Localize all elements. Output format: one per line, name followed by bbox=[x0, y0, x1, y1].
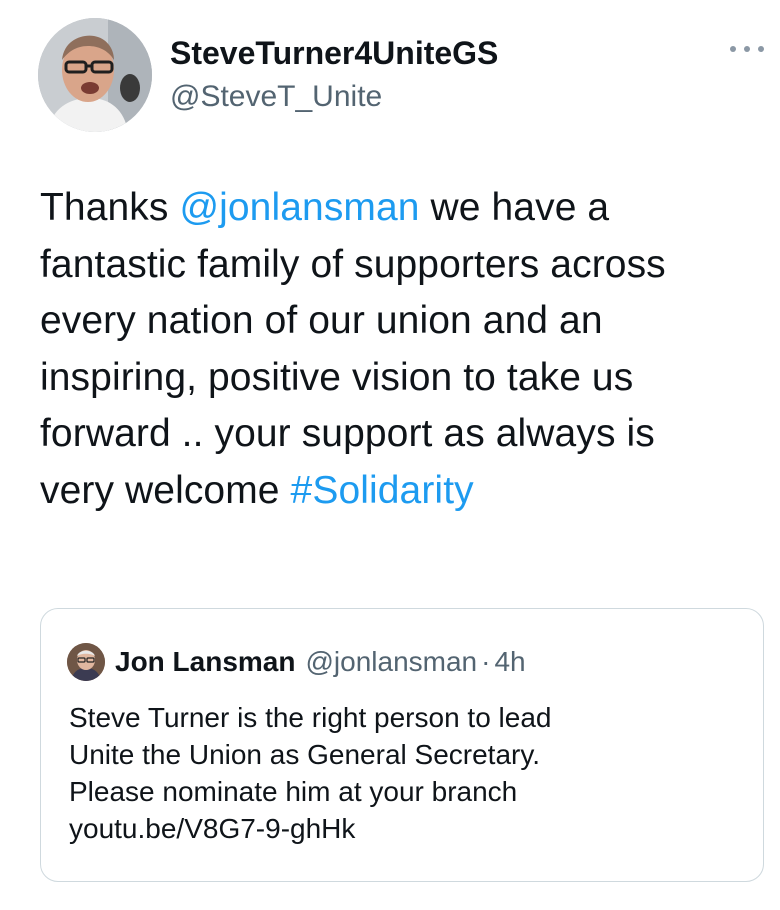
more-dot bbox=[758, 46, 764, 52]
tweet-text-line: very welcome #Solidarity bbox=[40, 463, 775, 520]
tweet-text: Thanks @jonlansman we have a fantastic fa… bbox=[40, 180, 775, 520]
author-avatar-icon[interactable] bbox=[38, 18, 152, 132]
tweet-text-segment: Thanks bbox=[40, 186, 180, 229]
tweet-card: SteveTurner4UniteGS @SteveT_Unite Thanks… bbox=[0, 0, 780, 910]
tweet-text-line: fantastic family of supporters across bbox=[40, 237, 775, 294]
quoted-separator: · bbox=[481, 646, 491, 677]
quoted-display-name[interactable]: Jon Lansman bbox=[115, 646, 295, 678]
tweet-text-line: Thanks @jonlansman we have a bbox=[40, 180, 775, 237]
quoted-text-line: Please nominate him at your branch bbox=[69, 776, 518, 807]
tweet-text-segment: every nation of our union and an bbox=[40, 299, 603, 343]
quoted-timestamp[interactable]: 4h bbox=[494, 646, 525, 678]
quoted-handle[interactable]: @jonlansman bbox=[305, 646, 477, 678]
quoted-text-line: Steve Turner is the right person to lead bbox=[69, 702, 552, 733]
quoted-avatar-icon[interactable] bbox=[67, 643, 105, 681]
quoted-text-line: Unite the Union as General Secretary. bbox=[69, 739, 541, 770]
quoted-tweet-header: Jon Lansman @jonlansman · 4h bbox=[67, 643, 526, 681]
tweet-text-segment: fantastic family of supporters across bbox=[40, 242, 666, 286]
more-dot bbox=[730, 46, 736, 52]
more-dot bbox=[744, 46, 750, 52]
tweet-text-segment: very welcome bbox=[40, 468, 291, 512]
tweet-text-segment: we have a bbox=[419, 186, 610, 229]
quoted-tweet[interactable]: Jon Lansman @jonlansman · 4h Steve Turne… bbox=[40, 608, 764, 882]
tweet-text-segment: inspiring, positive vision to take us bbox=[40, 355, 634, 399]
tweet-text-line: every nation of our union and an bbox=[40, 293, 775, 350]
tweet-text-line: forward .. your support as always is bbox=[40, 406, 775, 463]
hashtag-link[interactable]: #Solidarity bbox=[291, 469, 474, 512]
tweet-text-line: inspiring, positive vision to take us bbox=[40, 350, 775, 407]
more-horizontal-icon[interactable] bbox=[730, 42, 764, 56]
quoted-tweet-text: Steve Turner is the right person to lead… bbox=[69, 699, 749, 847]
author-handle[interactable]: @SteveT_Unite bbox=[170, 78, 498, 116]
mention-link[interactable]: @jonlansman bbox=[179, 186, 419, 229]
author-names: SteveTurner4UniteGS @SteveT_Unite bbox=[170, 34, 498, 116]
tweet-text-segment: forward .. your support as always is bbox=[40, 412, 655, 456]
quoted-link-text[interactable]: youtu.be/V8G7-9-ghHk bbox=[69, 810, 749, 847]
author-display-name[interactable]: SteveTurner4UniteGS bbox=[170, 34, 498, 72]
